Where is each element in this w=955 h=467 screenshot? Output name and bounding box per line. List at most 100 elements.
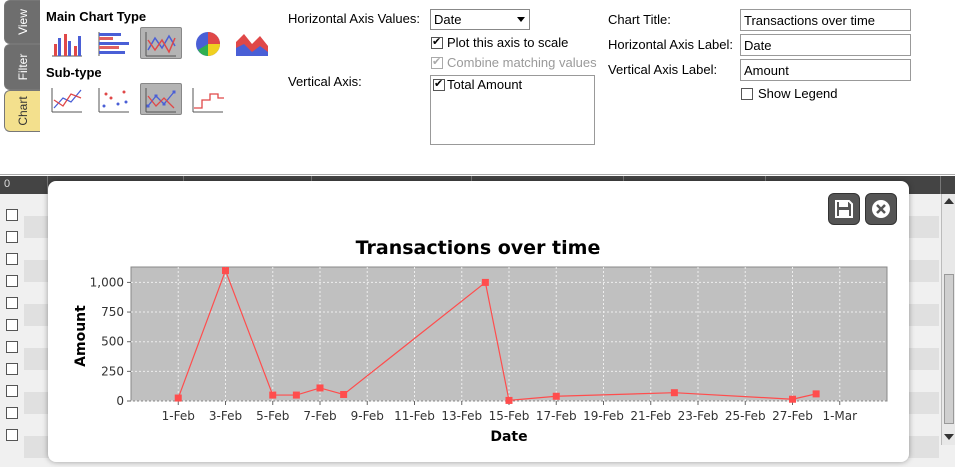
tab-chart-label: Chart xyxy=(15,96,30,126)
vertical-scrollbar[interactable] xyxy=(941,194,955,445)
dots-icon xyxy=(98,88,129,113)
total-amount-checkbox[interactable] xyxy=(433,77,445,91)
line-chart: Transactions over time Date Amount 0 250 500 7… xyxy=(73,237,888,445)
line-icon xyxy=(51,88,82,113)
data-point xyxy=(174,394,182,402)
horizontal-bar-chart-button[interactable] xyxy=(93,27,135,59)
vertical-axis-label: Vertical Axis: xyxy=(288,74,362,89)
scroll-down-icon[interactable] xyxy=(944,434,954,440)
data-point xyxy=(812,390,820,398)
pie-chart-icon xyxy=(196,32,220,56)
plot-to-scale-checkbox[interactable] xyxy=(431,35,443,49)
y-axis-title: Amount xyxy=(73,305,89,367)
data-point xyxy=(292,391,300,399)
data-point xyxy=(222,267,229,275)
y-tick-label: 0 xyxy=(116,394,124,408)
chart-popup: Transactions over time Date Amount 0 250 500 7… xyxy=(48,181,909,462)
main-chart-type-title: Main Chart Type xyxy=(46,9,147,24)
horizontal-bar-chart-icon xyxy=(98,32,129,56)
x-tick-label: 19-Feb xyxy=(583,409,624,423)
table-header-cell[interactable]: 0 xyxy=(0,176,48,194)
chart-settings-panel: View Filter Chart Main Chart Type Sub-ty… xyxy=(0,0,955,175)
x-tick-label: 23-Feb xyxy=(678,409,719,423)
x-tick-label: 9-Feb xyxy=(351,409,384,423)
data-point xyxy=(340,390,348,398)
sub-type-line-button[interactable] xyxy=(46,83,88,115)
row-checkbox[interactable] xyxy=(6,297,18,309)
row-checkbox[interactable] xyxy=(6,341,18,353)
data-point xyxy=(269,391,277,399)
y-tick-label: 250 xyxy=(101,364,124,378)
area-chart-icon xyxy=(236,34,268,56)
row-checkbox[interactable] xyxy=(6,407,18,419)
sub-type-step-button[interactable] xyxy=(187,83,229,115)
x-axis-title: Date xyxy=(490,429,527,445)
row-checkbox[interactable] xyxy=(6,319,18,331)
total-amount-label: Total Amount xyxy=(447,77,523,92)
data-point xyxy=(316,384,324,392)
x-tick-label: 15-Feb xyxy=(489,409,530,423)
combine-values-label: Combine matching values xyxy=(447,55,597,70)
horizontal-axis-label-label: Horizontal Axis Label: xyxy=(608,37,734,52)
data-point xyxy=(481,278,489,286)
row-checkbox[interactable] xyxy=(6,363,18,375)
show-legend-label: Show Legend xyxy=(758,86,838,101)
data-point xyxy=(505,396,513,404)
data-point xyxy=(552,392,560,400)
chevron-down-icon xyxy=(517,17,525,22)
row-checkbox[interactable] xyxy=(6,275,18,287)
show-legend-checkbox[interactable] xyxy=(741,88,753,100)
chart-title-input[interactable] xyxy=(740,9,911,31)
area-chart-button[interactable] xyxy=(231,27,273,59)
vertical-axis-list[interactable]: Total Amount xyxy=(430,75,595,145)
step-line-icon xyxy=(192,88,224,113)
data-point xyxy=(789,395,796,403)
tab-view-label: View xyxy=(15,9,30,35)
tab-chart[interactable]: Chart xyxy=(4,90,40,132)
line-chart-icon xyxy=(145,32,176,57)
chart-title-label: Chart Title: xyxy=(608,12,671,27)
x-tick-label: 11-Feb xyxy=(394,409,435,423)
x-tick-label: 3-Feb xyxy=(209,409,242,423)
tab-filter-label: Filter xyxy=(15,53,30,81)
pie-chart-button[interactable] xyxy=(187,27,229,59)
scroll-up-icon[interactable] xyxy=(944,198,954,204)
y-tick-label: 1,000 xyxy=(90,275,124,289)
plot-to-scale-label: Plot this axis to scale xyxy=(447,35,569,50)
row-checkbox[interactable] xyxy=(6,253,18,265)
sub-type-title: Sub-type xyxy=(46,65,102,80)
horizontal-axis-select[interactable]: Date xyxy=(430,9,530,30)
x-tick-label: 7-Feb xyxy=(303,409,336,423)
row-checkbox[interactable] xyxy=(6,209,18,221)
x-tick-label: 21-Feb xyxy=(630,409,671,423)
row-checkbox[interactable] xyxy=(6,429,18,441)
x-tick-label: 25-Feb xyxy=(725,409,766,423)
x-tick-label: 1-Mar xyxy=(822,409,857,423)
data-point xyxy=(670,389,678,397)
chart-title: Transactions over time xyxy=(356,237,601,259)
y-tick-label: 500 xyxy=(101,335,124,349)
horizontal-axis-select-value: Date xyxy=(434,12,462,27)
vertical-axis-label-input[interactable] xyxy=(740,59,911,81)
x-tick-label: 1-Feb xyxy=(162,409,195,423)
line-with-markers-icon xyxy=(145,88,176,113)
x-tick-label: 5-Feb xyxy=(256,409,289,423)
vertical-axis-label-label: Vertical Axis Label: xyxy=(608,62,718,77)
x-tick-label: 17-Feb xyxy=(536,409,577,423)
bar-chart-button[interactable] xyxy=(46,27,88,59)
tab-filter[interactable]: Filter xyxy=(4,44,40,90)
row-checkbox[interactable] xyxy=(6,231,18,243)
sub-type-line-markers-button[interactable] xyxy=(140,83,182,115)
line-chart-button[interactable] xyxy=(140,27,182,59)
tab-view[interactable]: View xyxy=(4,0,40,44)
bar-chart-icon xyxy=(52,34,82,57)
vertical-tabs: View Filter Chart xyxy=(4,0,40,132)
horizontal-axis-values-label: Horizontal Axis Values: xyxy=(288,11,420,26)
horizontal-axis-label-input[interactable] xyxy=(740,34,911,56)
scrollbar-thumb[interactable] xyxy=(944,274,954,424)
y-tick-label: 750 xyxy=(101,305,124,319)
combine-values-checkbox[interactable] xyxy=(431,55,443,69)
sub-type-dots-button[interactable] xyxy=(93,83,135,115)
x-tick-label: 27-Feb xyxy=(772,409,813,423)
row-checkbox[interactable] xyxy=(6,385,18,397)
